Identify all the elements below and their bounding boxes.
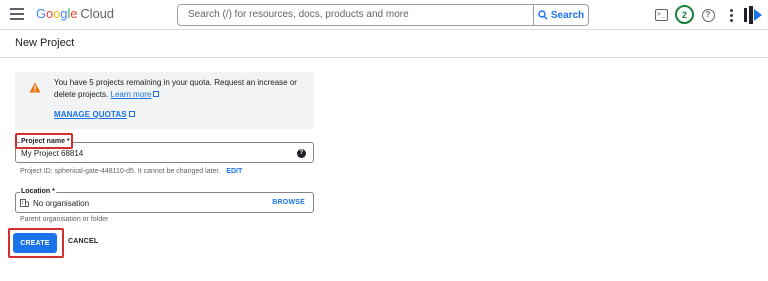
edit-project-id-button[interactable]: EDIT [226,168,242,175]
page-title: New Project [15,37,75,49]
search-button-label: Search [550,9,585,21]
quota-message: You have 5 projects remaining in your qu… [54,78,297,99]
brand-logo-icon[interactable] [742,5,764,25]
help-icon: ? [701,8,715,22]
quota-notice: You have 5 projects remaining in your qu… [15,72,314,129]
search-input[interactable]: Search (/) for resources, docs, products… [188,9,409,20]
google-cloud-logo[interactable]: Google Cloud [36,6,114,21]
create-button-highlight [8,228,64,258]
cancel-button[interactable]: CANCEL [68,238,98,245]
location-field[interactable]: No organisation BROWSE [15,192,314,213]
manage-quotas-link[interactable]: MANAGE QUOTAS [54,110,135,119]
quota-notice-text: You have 5 projects remaining in your qu… [54,77,302,101]
external-link-icon [128,111,135,117]
help-circle-icon[interactable]: ? [297,149,306,158]
project-name-highlight [15,133,73,149]
logo-cloud-text: Cloud [80,6,114,21]
location-value: No organisation [33,199,90,208]
more-options-icon[interactable] [722,6,740,24]
organisation-icon [20,199,29,207]
notifications-badge[interactable]: 2 [675,5,694,24]
hamburger-menu-icon[interactable] [10,8,24,20]
search-bar[interactable]: Search (/) for resources, docs, products… [177,4,589,26]
title-divider [0,57,768,58]
warning-icon [29,82,41,93]
location-label: Location * [20,188,56,195]
location-helper: Parent organisation or folder [20,216,109,223]
learn-more-link[interactable]: Learn more [111,90,152,99]
project-id-helper: Project ID: spherical-gate-448110-d5. It… [20,168,242,175]
manage-quotas-label: MANAGE QUOTAS [54,110,127,119]
terminal-icon: >_ [654,9,668,21]
top-bar: Google Cloud Search (/) for resources, do… [0,0,768,30]
browse-button[interactable]: BROWSE [272,199,305,206]
search-button[interactable]: Search [533,5,588,25]
project-id-text: Project ID: spherical-gate-448110-d5. It… [20,168,221,175]
search-icon [538,10,548,20]
logo-google-text: Google [36,6,78,21]
cloud-shell-button[interactable]: >_ [652,6,670,24]
project-name-input[interactable]: My Project 68814 [21,149,83,158]
external-link-icon [153,91,160,97]
help-button[interactable]: ? [699,6,717,24]
